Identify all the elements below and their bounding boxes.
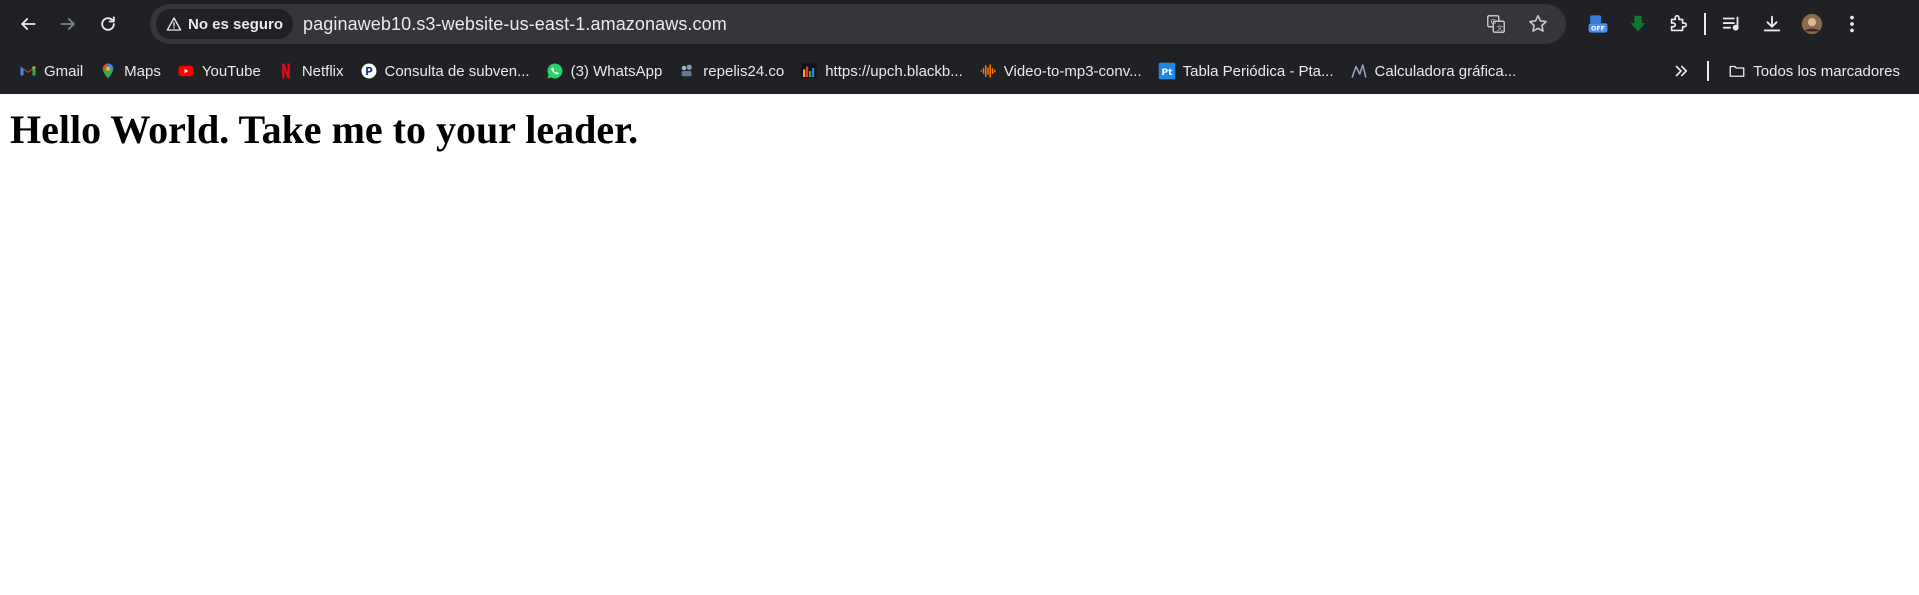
- bookmark-label: Video-to-mp3-conv...: [1003, 62, 1142, 80]
- bookmarks-separator: [1707, 61, 1710, 81]
- svg-text:文: 文: [1496, 23, 1503, 32]
- bookmark-youtube[interactable]: YouTube: [170, 55, 268, 87]
- page-content: Hello World. Take me to your leader.: [0, 106, 1919, 153]
- repelis-icon: [678, 62, 696, 80]
- bookmark-label: repelis24.co: [703, 62, 785, 80]
- star-outline-icon: [1529, 14, 1547, 32]
- url-text[interactable]: paginaweb10.s3-website-us-east-1.amazona…: [303, 14, 727, 35]
- bookmark-whatsapp[interactable]: (3) WhatsApp: [539, 55, 670, 87]
- bookmark-star-button[interactable]: [1522, 8, 1554, 40]
- security-label: No es seguro: [188, 15, 284, 33]
- all-bookmarks-label: Todos los marcadores: [1753, 62, 1900, 80]
- svg-text:Pt: Pt: [1161, 68, 1173, 78]
- extensions-area: OFF: [1578, 4, 1872, 44]
- back-button[interactable]: [8, 4, 48, 44]
- bookmark-label: Netflix: [301, 62, 344, 80]
- downloads-button[interactable]: [1752, 4, 1792, 44]
- gmail-icon: [19, 62, 37, 80]
- bookmark-label: YouTube: [201, 62, 261, 80]
- double-chevron-right-icon: [1675, 65, 1688, 77]
- bookmark-label: (3) WhatsApp: [570, 62, 663, 80]
- menu-button[interactable]: [1832, 4, 1872, 44]
- whatsapp-icon: [546, 62, 564, 80]
- bookmark-consulta-subvenciones[interactable]: P Consulta de subven...: [353, 55, 537, 87]
- bookmark-video-to-mp3[interactable]: Video-to-mp3-conv...: [972, 55, 1149, 87]
- browser-chrome: No es seguro paginaweb10.s3-website-us-e…: [0, 0, 1919, 94]
- netflix-icon: [277, 62, 295, 80]
- blackboard-icon: [800, 62, 818, 80]
- puzzle-icon: [1670, 14, 1688, 32]
- audio-wave-icon: [979, 62, 997, 80]
- extensions-button[interactable]: [1658, 4, 1698, 44]
- download-extension-button[interactable]: [1618, 4, 1658, 44]
- bookmarks-bar-right: Todos los marcadores: [1665, 55, 1907, 87]
- forward-button[interactable]: [48, 4, 88, 44]
- folder-icon: [1728, 62, 1746, 80]
- bookmark-label: Consulta de subven...: [384, 62, 530, 80]
- extension-badge-text: OFF: [1591, 26, 1605, 33]
- warning-triangle-icon: [166, 17, 182, 31]
- arrow-right-icon: [60, 18, 75, 30]
- bookmark-blackboard[interactable]: https://upch.blackb...: [793, 55, 970, 87]
- bookmark-label: Maps: [124, 62, 161, 80]
- bookmark-netflix[interactable]: Netflix: [270, 55, 351, 87]
- address-bar[interactable]: No es seguro paginaweb10.s3-website-us-e…: [150, 4, 1566, 44]
- bookmark-label: Tabla Periódica - Pta...: [1182, 62, 1334, 80]
- music-queue-icon: [1722, 16, 1739, 31]
- graph-icon: [1350, 62, 1368, 80]
- camera-off-badge-icon: OFF: [1588, 15, 1608, 33]
- bookmark-tabla-periodica[interactable]: Pt Tabla Periódica - Pta...: [1151, 55, 1341, 87]
- more-vert-icon: [1850, 15, 1854, 33]
- video-extension-button[interactable]: OFF: [1578, 4, 1618, 44]
- pt-icon: Pt: [1158, 62, 1176, 80]
- profile-button[interactable]: [1792, 4, 1832, 44]
- reload-icon: [101, 16, 115, 31]
- security-indicator[interactable]: No es seguro: [156, 9, 294, 39]
- bookmark-maps[interactable]: Maps: [92, 55, 168, 87]
- svg-text:P: P: [365, 66, 373, 78]
- maps-icon: [99, 62, 117, 80]
- translate-icon: G文: [1487, 15, 1505, 33]
- bookmarks-overflow-button[interactable]: [1665, 55, 1697, 87]
- bookmark-label: https://upch.blackb...: [825, 62, 963, 80]
- toolbar-separator: [1704, 13, 1706, 35]
- translate-button[interactable]: G文: [1480, 8, 1512, 40]
- download-icon: [1763, 15, 1781, 32]
- page-heading: Hello World. Take me to your leader.: [10, 107, 639, 152]
- bookmark-calculadora-grafica[interactable]: Calculadora gráfica...: [1343, 55, 1524, 87]
- arrow-left-icon: [21, 18, 36, 30]
- bookmark-label: Calculadora gráfica...: [1374, 62, 1517, 80]
- browser-toolbar: No es seguro paginaweb10.s3-website-us-e…: [0, 0, 1919, 48]
- bookmark-gmail[interactable]: Gmail: [12, 55, 90, 87]
- bookmark-label: Gmail: [44, 62, 84, 80]
- reload-button[interactable]: [88, 4, 128, 44]
- youtube-icon: [177, 62, 195, 80]
- all-bookmarks-button[interactable]: Todos los marcadores: [1721, 55, 1907, 87]
- media-control-button[interactable]: [1712, 4, 1752, 44]
- bookmarks-bar: Gmail Maps YouTube Netflix P Consulta de…: [0, 48, 1919, 94]
- bookmark-repelis[interactable]: repelis24.co: [671, 55, 791, 87]
- p-circle-icon: P: [360, 62, 378, 80]
- green-download-icon: [1630, 15, 1646, 32]
- avatar: [1801, 13, 1823, 35]
